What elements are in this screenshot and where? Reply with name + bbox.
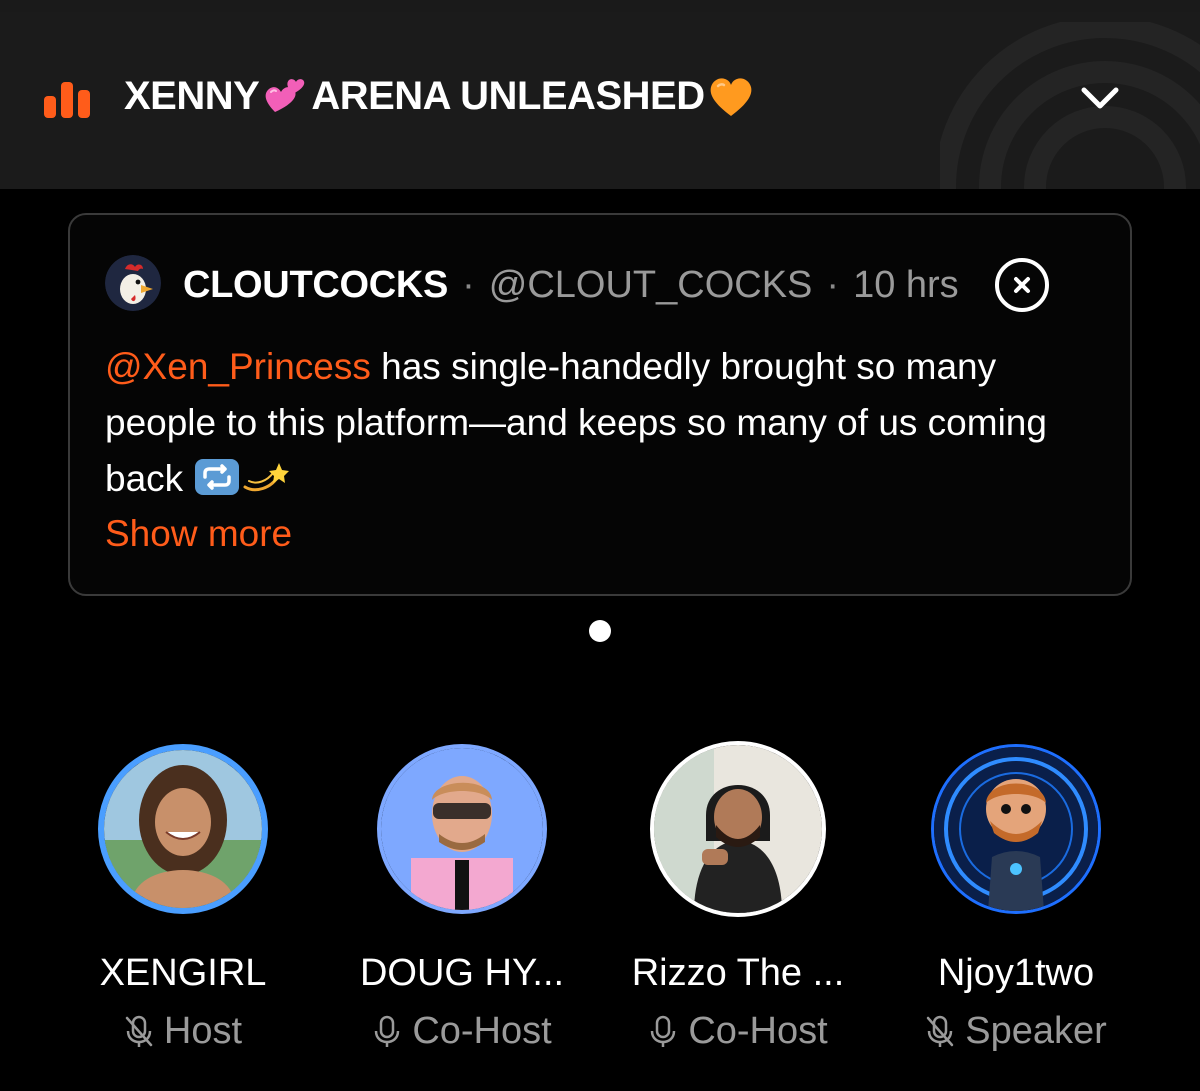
close-icon[interactable] xyxy=(994,257,1050,313)
meta-separator: · xyxy=(826,263,840,306)
speaker-role-label: Co-Host xyxy=(688,1010,828,1052)
post-time: 10 hrs xyxy=(853,263,959,306)
speaker-role: Speaker xyxy=(886,1010,1146,1053)
mention-link[interactable]: @Xen_Princess xyxy=(105,346,371,387)
speaker-role: Host xyxy=(53,1010,313,1053)
orange-heart-emoji xyxy=(710,78,751,116)
avatar[interactable] xyxy=(931,744,1101,914)
space-header: XENNY ARENA UNLEASHED xyxy=(0,12,1200,189)
pinned-post-card[interactable]: CLOUTCOCKS · @CLOUT_COCKS · 10 hrs @Xen_… xyxy=(68,213,1132,596)
pager-dot[interactable] xyxy=(589,620,611,642)
speaker-card[interactable]: XENGIRL Host xyxy=(53,744,313,1074)
speaker-name: XENGIRL xyxy=(99,952,267,994)
speaker-role: Co-Host xyxy=(608,1010,868,1053)
avatar[interactable] xyxy=(650,741,826,917)
author-handle[interactable]: @CLOUT_COCKS xyxy=(489,264,813,307)
meta-separator: · xyxy=(462,263,475,306)
speaker-role-label: Speaker xyxy=(965,1010,1107,1052)
mic-icon xyxy=(375,1015,400,1047)
show-more-link[interactable]: Show more xyxy=(105,513,292,555)
author-avatar[interactable] xyxy=(105,255,161,311)
two-hearts-emoji xyxy=(265,79,305,112)
chevron-down-icon[interactable] xyxy=(1076,80,1124,120)
decorative-rings xyxy=(940,22,1200,189)
title-part-1: XENNY xyxy=(124,73,260,118)
space-title: XENNY ARENA UNLEASHED xyxy=(124,66,757,126)
speaker-role: Co-Host xyxy=(332,1010,592,1053)
avatar[interactable] xyxy=(377,744,547,914)
post-meta: CLOUTCOCKS · @CLOUT_COCKS · 10 hrs xyxy=(183,257,959,313)
dizzy-emoji xyxy=(243,463,290,492)
repeat-emoji xyxy=(195,459,240,495)
status-strip xyxy=(0,0,1200,12)
avatar[interactable] xyxy=(98,744,268,914)
title-part-2: ARENA UNLEASHED xyxy=(311,73,705,118)
mic-muted-icon xyxy=(125,1015,153,1047)
mic-icon xyxy=(651,1015,676,1047)
bars-icon xyxy=(44,82,90,118)
speaker-name: Njoy1two xyxy=(937,952,1095,994)
post-body: @Xen_Princess has single-handedly brough… xyxy=(105,339,1095,507)
speaker-card[interactable]: Njoy1two Speaker xyxy=(886,744,1146,1074)
speaker-card[interactable]: DOUG HY... Co-Host xyxy=(332,744,592,1074)
speaker-name: Rizzo The ... xyxy=(631,952,845,994)
mic-muted-icon xyxy=(926,1015,954,1047)
speaker-role-label: Co-Host xyxy=(412,1010,552,1052)
author-name[interactable]: CLOUTCOCKS xyxy=(183,264,448,307)
speaker-card[interactable]: Rizzo The ... Co-Host xyxy=(608,741,868,1074)
speaker-role-label: Host xyxy=(163,1010,243,1052)
speaker-name: DOUG HY... xyxy=(359,952,565,994)
